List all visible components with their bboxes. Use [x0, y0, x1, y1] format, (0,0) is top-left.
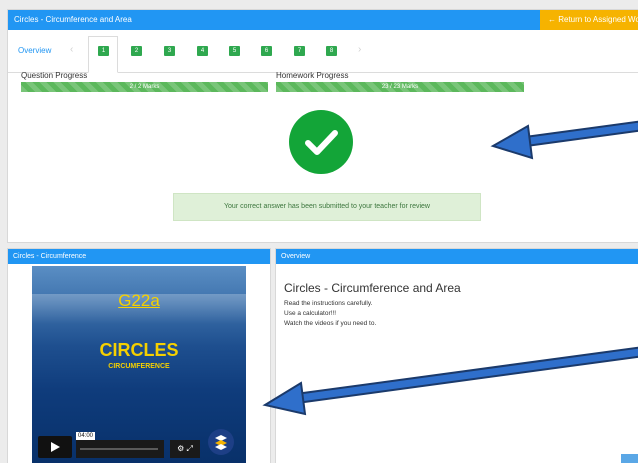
question-progress-bar: 2 / 2 Marks [21, 82, 268, 92]
play-button[interactable] [38, 436, 72, 458]
tab-question-5[interactable]: 5 [229, 46, 240, 56]
tab-question-7[interactable]: 7 [294, 46, 305, 56]
tabs-next-chevron-icon: › [358, 44, 362, 55]
tabs-prev-chevron-icon: ‹ [70, 44, 74, 55]
corner-button[interactable] [621, 454, 638, 463]
fullscreen-icon[interactable]: ⤢ [187, 444, 193, 453]
page-title: Circles - Circumference and Area [14, 15, 132, 24]
settings-icon[interactable]: ⚙ [177, 444, 184, 453]
video-panel-header: Circles - Circumference [8, 249, 270, 264]
video-subtitle: CIRCUMFERENCE [108, 363, 170, 370]
homework-progress-bar: 23 / 23 Marks [276, 82, 524, 92]
question-progress-text: 2 / 2 Marks [129, 84, 160, 90]
tab-overview[interactable]: Overview [18, 46, 51, 55]
tab-question-2[interactable]: 2 [131, 46, 142, 56]
tab-question-1[interactable]: 1 [98, 46, 109, 56]
homework-progress-label: Homework Progress [276, 71, 349, 80]
video-title: CIRCLES [99, 340, 179, 360]
correct-check-icon [289, 110, 353, 174]
tab-question-6[interactable]: 6 [261, 46, 272, 56]
video-time: 04:00 [76, 432, 96, 440]
overview-panel-header: Overview [276, 249, 638, 264]
overview-title: Circles - Circumference and Area [284, 281, 461, 295]
overview-line: Watch the videos if you need to. [284, 320, 377, 327]
overview-line: Use a calculator!!! [284, 310, 337, 317]
return-to-assigned-work-button[interactable]: ← Return to Assigned Work [540, 10, 638, 30]
question-progress-label: Question Progress [21, 71, 88, 80]
video-panel: Circles - Circumference G22a CIRCLES CIR… [7, 248, 271, 463]
vimeo-logo-icon[interactable] [208, 429, 234, 455]
video-seek-bar[interactable] [76, 440, 164, 458]
tab-question-3[interactable]: 3 [164, 46, 175, 56]
tab-question-4[interactable]: 4 [197, 46, 208, 56]
question-panel: Circles - Circumference and Area ← Retur… [7, 9, 638, 243]
question-panel-header: Circles - Circumference and Area ← Retur… [8, 10, 638, 30]
video-controls: ⚙ ⤢ [170, 440, 200, 458]
overview-panel: Overview Circles - Circumference and Are… [275, 248, 638, 463]
overview-line: Read the instructions carefully. [284, 300, 373, 307]
question-tabs: Overview ‹ 1 2 3 4 5 6 7 8 › [8, 30, 638, 73]
video-code: G22a [118, 291, 160, 310]
video-seek-track [80, 448, 158, 450]
homework-progress-text: 23 / 23 Marks [381, 84, 419, 90]
video-player[interactable]: G22a CIRCLES CIRCUMFERENCE 04:00 ⚙ ⤢ [32, 266, 246, 463]
play-icon [51, 442, 60, 452]
tab-question-8[interactable]: 8 [326, 46, 337, 56]
success-message: Your correct answer has been submitted t… [173, 193, 481, 221]
